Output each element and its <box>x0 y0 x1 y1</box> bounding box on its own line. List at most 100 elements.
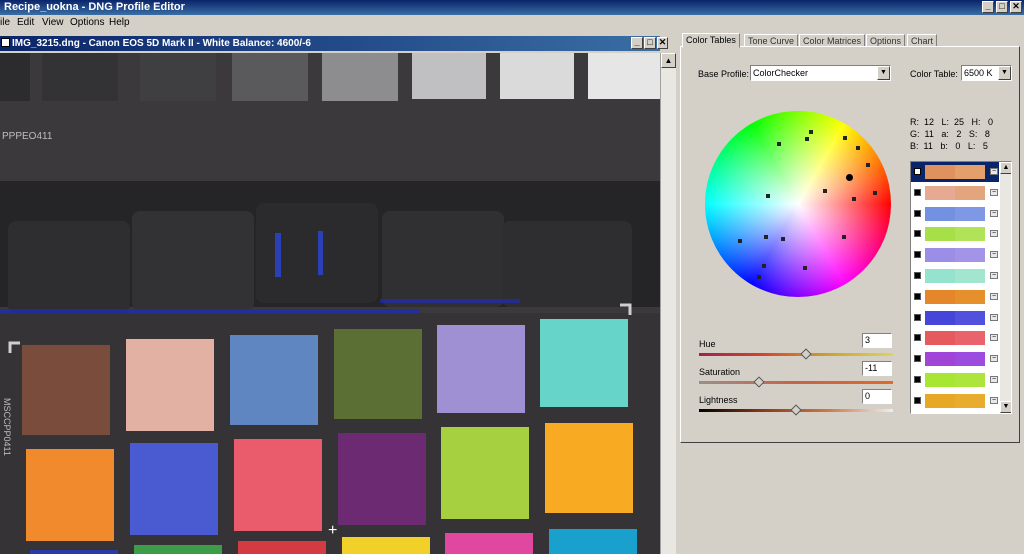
minus-icon[interactable]: − <box>990 251 998 259</box>
swatch-checkbox[interactable] <box>914 355 921 363</box>
wheel-point[interactable] <box>856 146 860 150</box>
swatch-row[interactable]: − <box>911 245 999 265</box>
wheel-point[interactable] <box>843 136 847 140</box>
swatch-checkbox[interactable] <box>914 188 921 196</box>
minus-icon[interactable]: − <box>990 292 998 300</box>
swatch-checkbox[interactable] <box>914 230 921 238</box>
saturation-slider[interactable] <box>699 376 893 388</box>
minus-icon[interactable]: − <box>990 272 998 279</box>
swatch-checkbox[interactable] <box>914 376 921 383</box>
tab-color-tables[interactable]: Color Tables <box>682 33 740 48</box>
swatch-row[interactable]: − <box>911 328 999 348</box>
swatch-checkbox[interactable] <box>914 292 921 300</box>
scroll-down-icon[interactable]: ▼ <box>1000 401 1011 413</box>
minimize-icon[interactable]: _ <box>631 37 643 49</box>
swatch-row[interactable]: − <box>911 266 999 286</box>
lightness-input[interactable]: 0 <box>862 389 892 404</box>
menu-options[interactable]: Options <box>70 17 104 28</box>
base-profile-select[interactable]: ColorChecker ▼ <box>750 65 891 81</box>
menu-bar: ile Edit View Options Help <box>0 15 1024 31</box>
scroll-up-icon[interactable]: ▲ <box>1000 162 1011 174</box>
saturation-input[interactable]: -11 <box>862 361 892 376</box>
swatch-checkbox[interactable] <box>914 251 921 259</box>
swatch-row[interactable]: − <box>911 162 999 182</box>
swatch-row[interactable]: − <box>911 370 999 390</box>
readout-row-2: G: 11 a: 2 S: 8 <box>910 129 990 139</box>
close-icon[interactable]: ✕ <box>1010 1 1022 13</box>
dropdown-arrow-icon[interactable]: ▼ <box>877 66 890 80</box>
wheel-point[interactable] <box>866 163 870 167</box>
swatch-row[interactable]: − <box>911 308 999 328</box>
swatch-row[interactable]: − <box>911 287 999 307</box>
swatch-checkbox[interactable] <box>914 209 921 217</box>
swatch-original-color <box>925 352 955 367</box>
hue-slider[interactable] <box>699 348 893 360</box>
wheel-point[interactable] <box>805 137 809 141</box>
wheel-point[interactable] <box>823 189 827 193</box>
swatch-row[interactable]: − <box>911 224 999 244</box>
swatch-row[interactable]: − <box>911 204 999 224</box>
wheel-point[interactable] <box>852 197 856 201</box>
menu-file[interactable]: ile <box>0 17 10 28</box>
minus-icon[interactable]: − <box>990 376 998 383</box>
minus-icon[interactable]: − <box>990 168 998 175</box>
swatch-original-color <box>925 393 955 408</box>
saturation-slider-thumb[interactable] <box>753 376 765 388</box>
image-window: IMG_3215.dng - Canon EOS 5D Mark II - Wh… <box>0 36 676 554</box>
lightness-slider[interactable] <box>699 404 893 416</box>
menu-help[interactable]: Help <box>109 17 130 28</box>
swatch-checkbox[interactable] <box>914 272 921 279</box>
minus-icon[interactable]: − <box>990 355 998 363</box>
minus-icon[interactable]: − <box>990 334 998 342</box>
maximize-icon[interactable]: □ <box>644 37 656 49</box>
minus-icon[interactable]: − <box>990 396 998 404</box>
color-swatch-list[interactable]: − − − − − − − − − − − − ▲ ▼ <box>910 161 1012 414</box>
minus-icon[interactable]: − <box>990 313 998 321</box>
swatch-checkbox[interactable] <box>914 313 921 321</box>
wheel-point[interactable] <box>873 191 877 195</box>
scroll-up-icon[interactable]: ▲ <box>661 53 676 68</box>
menu-edit[interactable]: Edit <box>17 17 34 28</box>
minimize-icon[interactable]: _ <box>982 1 994 13</box>
wheel-point[interactable] <box>842 235 846 239</box>
wheel-point[interactable] <box>738 239 742 243</box>
swatch-adjusted-color <box>955 310 985 325</box>
wheel-point[interactable] <box>762 264 766 268</box>
wheel-point[interactable] <box>781 237 785 241</box>
image-canvas[interactable]: PPPEO411 + MSCCPP0411 <box>0 53 660 554</box>
wheel-point[interactable] <box>764 235 768 239</box>
document-icon <box>1 38 10 47</box>
dropdown-arrow-icon[interactable]: ▼ <box>998 66 1011 80</box>
swatch-row[interactable]: − <box>911 183 999 203</box>
wheel-point[interactable] <box>809 130 813 134</box>
color-wheel[interactable] <box>705 111 891 297</box>
swatch-original-color <box>925 289 955 304</box>
image-window-titlebar[interactable]: IMG_3215.dng - Canon EOS 5D Mark II - Wh… <box>0 36 668 51</box>
image-vertical-scrollbar[interactable]: ▲ <box>660 53 676 554</box>
close-icon[interactable]: ✕ <box>657 37 668 49</box>
menu-view[interactable]: View <box>42 17 64 28</box>
swatch-row[interactable]: − <box>911 349 999 369</box>
swatch-row[interactable]: − <box>911 391 999 411</box>
swatch-original-color <box>925 248 955 263</box>
maximize-icon[interactable]: □ <box>996 1 1008 13</box>
wheel-point[interactable] <box>757 275 761 279</box>
wheel-point[interactable] <box>766 194 770 198</box>
swatch-checkbox[interactable] <box>914 334 921 342</box>
wheel-point[interactable] <box>777 142 781 146</box>
minus-icon[interactable]: − <box>990 188 998 196</box>
swatch-list-scrollbar[interactable]: ▲ ▼ <box>1000 162 1011 413</box>
swatch-checkbox[interactable] <box>914 168 921 175</box>
wheel-point[interactable] <box>803 266 807 270</box>
swatch-adjusted-color <box>955 352 985 367</box>
hue-slider-thumb[interactable] <box>800 348 812 360</box>
minus-icon[interactable]: − <box>990 209 998 217</box>
color-table-select[interactable]: 6500 K ▼ <box>961 65 1012 81</box>
minus-icon[interactable]: − <box>990 230 998 238</box>
wheel-selected-point[interactable] <box>846 174 853 181</box>
editor-panel: Color Tables Tone Curve Color Matrices O… <box>678 31 1024 554</box>
swatch-checkbox[interactable] <box>914 396 921 404</box>
lightness-slider-thumb[interactable] <box>790 404 802 416</box>
swatch-original-color <box>925 331 955 346</box>
hue-input[interactable]: 3 <box>862 333 892 348</box>
